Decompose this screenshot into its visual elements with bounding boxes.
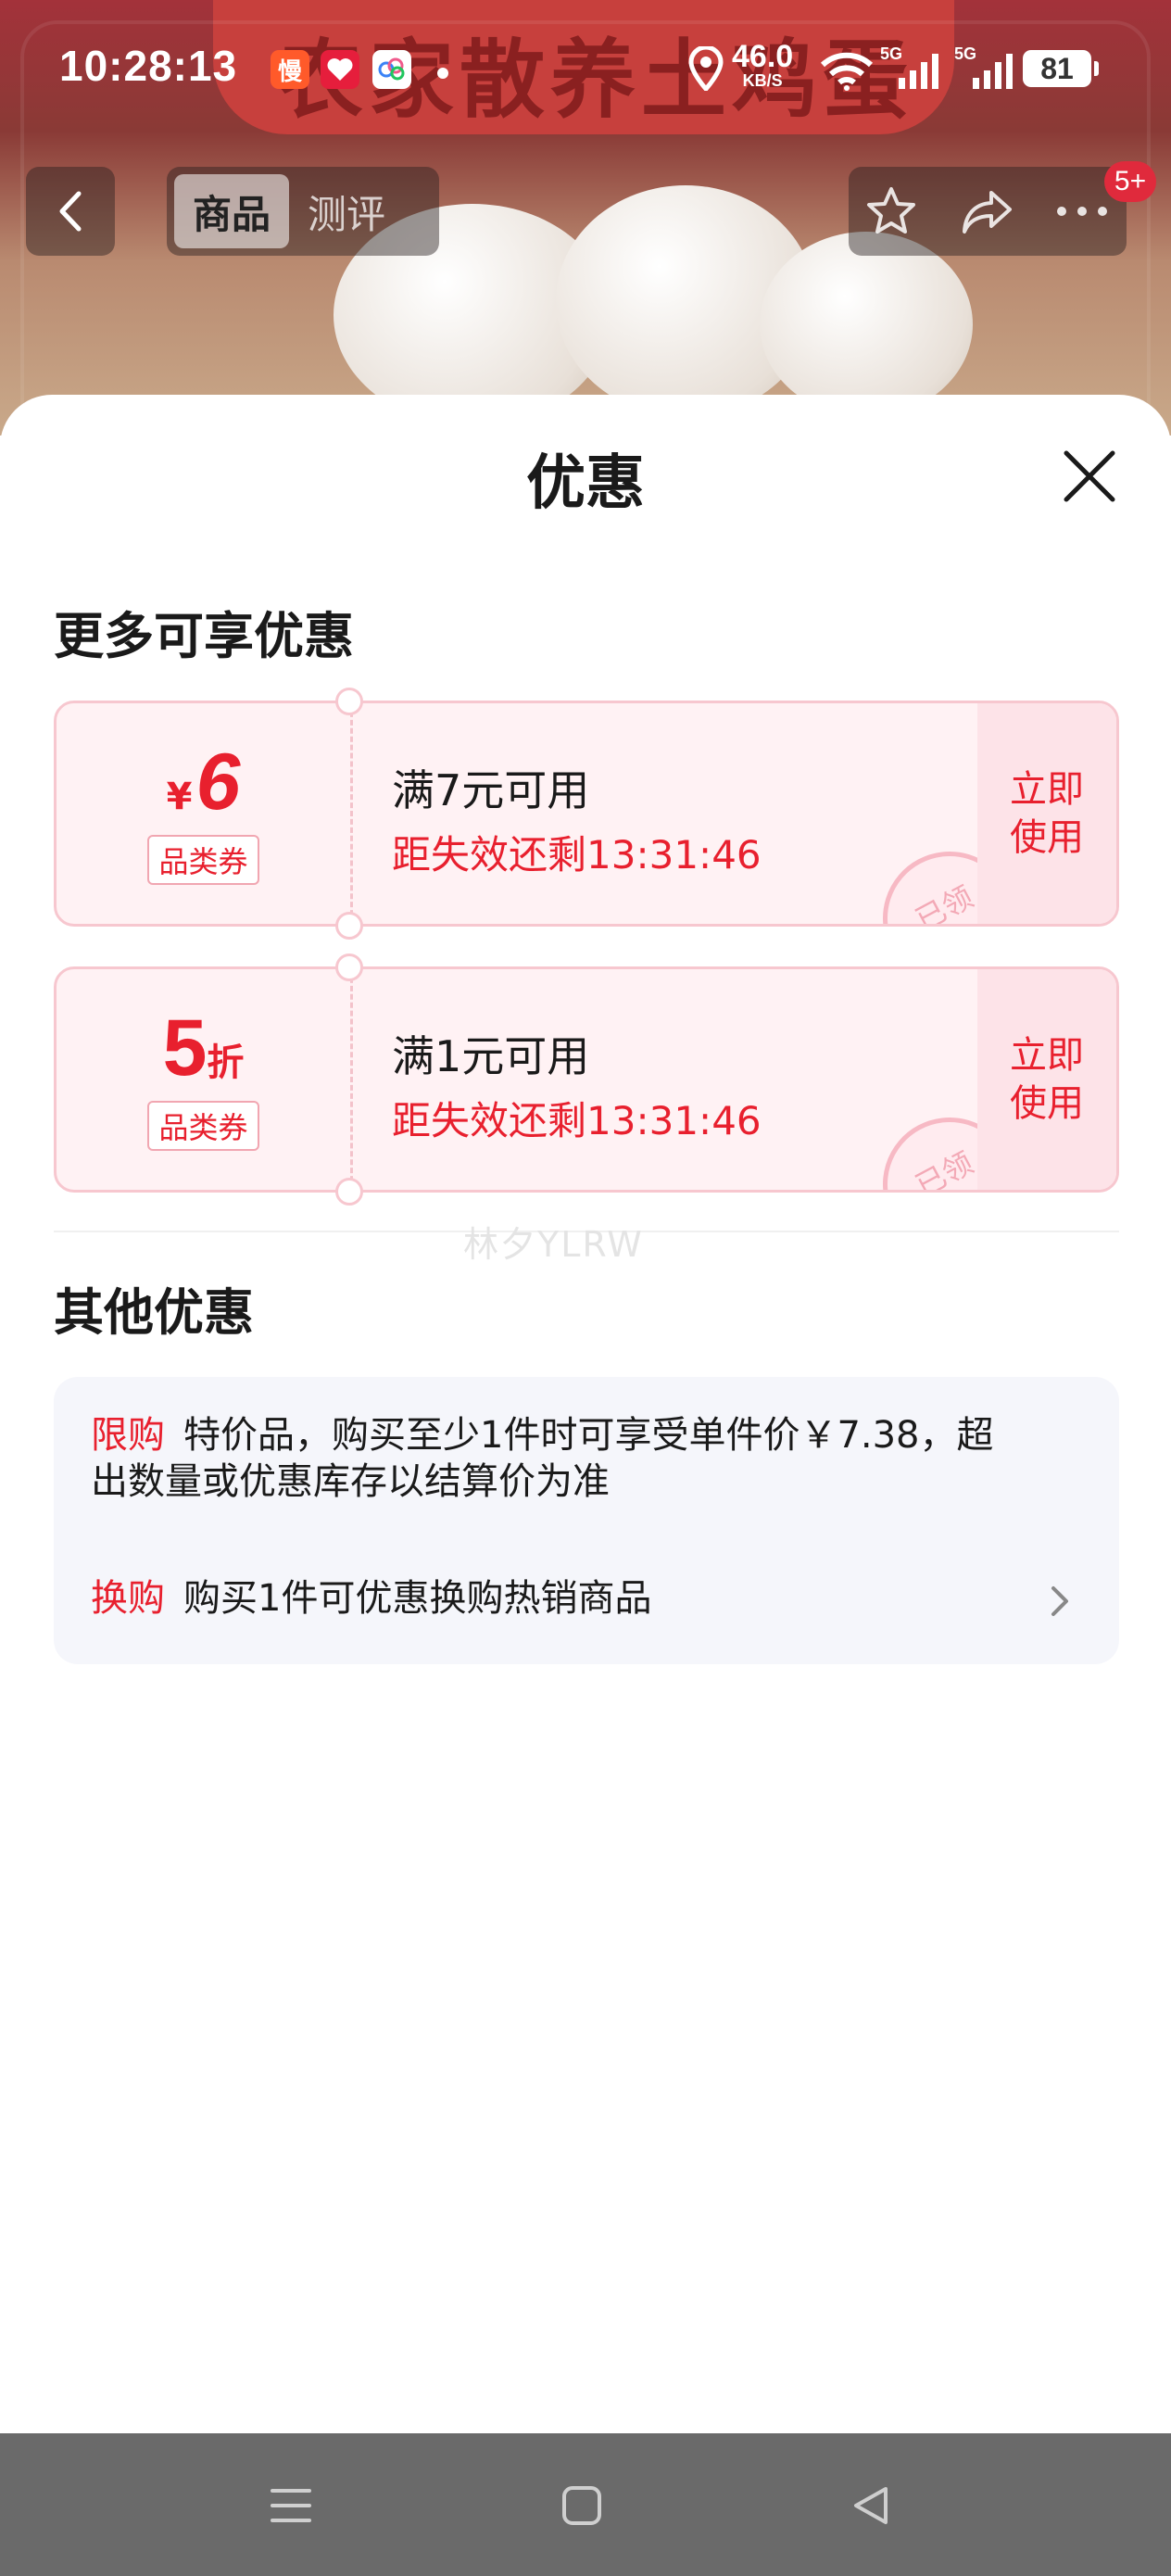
notification-dot (437, 68, 448, 79)
message-count-badge: 5+ (1104, 161, 1156, 202)
coupon-details: 满7元可用 距失效还剩13:31:46 (392, 757, 762, 880)
coupon-expiry: 距失效还剩13:31:46 (392, 832, 762, 878)
section-title-other-offers: 其他优惠 (54, 1283, 254, 1342)
coupon-condition: 满1元可用 (392, 1031, 590, 1081)
home-button[interactable] (552, 2476, 611, 2535)
more-button[interactable] (1054, 183, 1110, 239)
chevron-left-icon (59, 191, 82, 232)
coupon-expiry: 距失效还剩13:31:46 (392, 1098, 762, 1143)
cloud-app-icon (372, 50, 411, 89)
offer-trade-in[interactable]: 换购 购买1件可优惠换购热销商品 (91, 1575, 1026, 1622)
offer-text: 出数量或优惠库存以结算价为准 (91, 1460, 610, 1503)
coupon-notch (335, 953, 363, 981)
coupon-details: 满1元可用 距失效还剩13:31:46 (392, 1023, 762, 1146)
section-title-more-offers: 更多可享优惠 (54, 607, 354, 665)
back-button[interactable] (26, 167, 115, 256)
coupon-type-tag: 品类券 (147, 835, 259, 885)
close-icon (1064, 450, 1115, 502)
more-dots-icon (1057, 207, 1107, 216)
coupon-notch (335, 688, 363, 715)
other-offers-box: 限购 特价品，购买至少1件时可享受单件价￥7.38，超 出数量或优惠库存以结算价为… (54, 1377, 1119, 1664)
signal-5g-icon: 5G (880, 44, 938, 89)
status-time: 10:28:13 (59, 42, 238, 90)
offer-text: 特价品，购买至少1件时可享受单件价￥7.38，超 (183, 1414, 994, 1457)
coupon-condition: 满7元可用 (392, 765, 590, 815)
app-notification-icon: 慢 (271, 50, 309, 89)
tab-product[interactable]: 商品 (174, 174, 290, 248)
promotions-sheet: 优惠 更多可享优惠 ¥ 6 品类券 满7元可用 距失效还剩13:31:46 已领… (0, 395, 1171, 2433)
coupon-card: ¥ 6 品类券 满7元可用 距失效还剩13:31:46 已领 立即使用 (54, 701, 1119, 927)
menu-icon (271, 2489, 311, 2522)
coupon-value: 5 折 品类券 (57, 969, 353, 1190)
network-speed: 46.0 KB/S (732, 39, 794, 90)
coupon-unit: 折 (207, 1042, 245, 1084)
tab-review[interactable]: 测评 (289, 174, 404, 248)
wifi-icon (819, 50, 875, 95)
star-icon (867, 187, 915, 234)
watermark-text: 林夕YLRW (463, 1224, 644, 1265)
offer-text: 购买1件可优惠换购热销商品 (183, 1577, 652, 1620)
home-square-icon (562, 2486, 601, 2525)
product-page-background: 农家散养土鸡蛋 10:28:13 慢 46.0 KB/S 5G 5G 81 商品… (0, 0, 1171, 436)
signal-5g-icon: 5G (954, 44, 1013, 89)
share-button[interactable] (960, 183, 1015, 239)
status-bar: 10:28:13 慢 46.0 KB/S 5G 5G 81 (0, 37, 1171, 102)
coupon-type-tag: 品类券 (147, 1101, 259, 1151)
offer-limited-purchase: 限购 特价品，购买至少1件时可享受单件价￥7.38，超 出数量或优惠库存以结算价为… (91, 1412, 994, 1505)
battery-indicator: 81 (1023, 50, 1099, 87)
location-icon (687, 44, 724, 95)
menu-button[interactable] (261, 2476, 321, 2535)
product-actions (849, 167, 1127, 256)
back-system-button[interactable] (841, 2476, 900, 2535)
coupon-notch (335, 1178, 363, 1206)
triangle-back-icon (854, 2487, 888, 2524)
coupon-amount: 6 (195, 738, 241, 827)
close-button[interactable] (1056, 443, 1123, 510)
offer-label: 换购 (91, 1577, 165, 1620)
sheet-title: 优惠 (526, 449, 645, 518)
coupon-card: 5 折 品类券 满1元可用 距失效还剩13:31:46 已领 立即使用 (54, 966, 1119, 1193)
chevron-right-icon[interactable] (1041, 1583, 1078, 1620)
use-now-button[interactable]: 立即使用 (977, 969, 1116, 1190)
coupon-currency: ¥ (166, 776, 193, 818)
coupon-amount: 5 (162, 1004, 208, 1092)
share-arrow-icon (963, 191, 1012, 234)
coupon-value: ¥ 6 品类券 (57, 703, 353, 924)
product-tabs: 商品 测评 (167, 167, 439, 256)
heart-app-icon (321, 50, 359, 89)
offer-label: 限购 (91, 1414, 165, 1457)
favorite-button[interactable] (863, 183, 919, 239)
system-navigation-bar (0, 2433, 1171, 2576)
coupon-notch (335, 912, 363, 940)
use-now-button[interactable]: 立即使用 (977, 703, 1116, 924)
